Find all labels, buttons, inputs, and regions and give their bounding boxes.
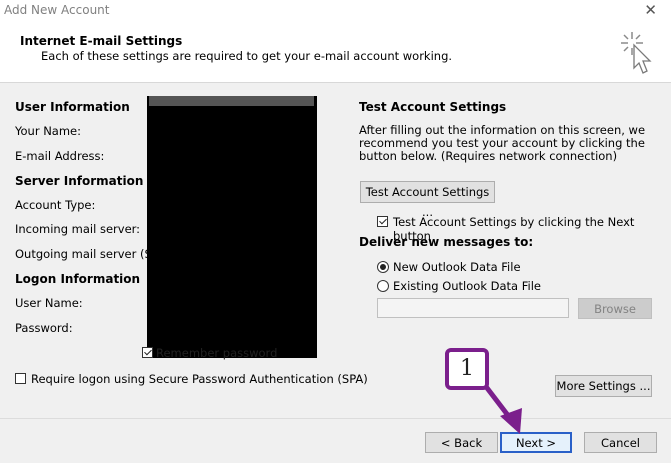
annotation-arrow	[481, 381, 522, 434]
add-new-account-window: Add New Account ✕ Internet E-mail Settin…	[0, 0, 671, 463]
step-number-callout: 1	[445, 348, 489, 390]
